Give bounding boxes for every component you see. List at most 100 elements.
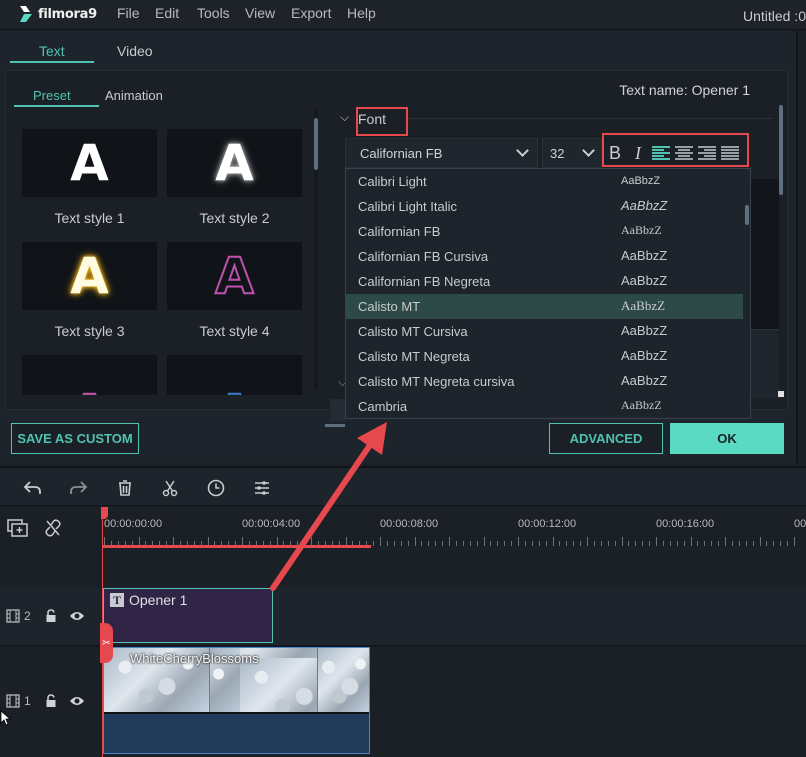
justify-button[interactable] bbox=[721, 141, 739, 165]
preset-label: Text style 4 bbox=[199, 323, 270, 339]
font-option[interactable]: Calibri Light Italic AaBbzZ bbox=[346, 194, 743, 219]
preset-text-style-3[interactable]: A bbox=[22, 242, 157, 310]
delete-icon[interactable] bbox=[115, 478, 135, 498]
settings-scrollbar-thumb[interactable] bbox=[779, 105, 783, 195]
ruler-tick bbox=[531, 541, 533, 546]
save-as-custom-button[interactable]: SAVE AS CUSTOM bbox=[11, 423, 139, 454]
font-size-select[interactable]: 32 bbox=[542, 138, 602, 168]
ruler-tick bbox=[621, 537, 623, 546]
ruler-tick bbox=[559, 541, 561, 546]
preset-label: Text style 2 bbox=[199, 210, 270, 226]
preset-text-style-5[interactable]: A bbox=[22, 355, 157, 395]
preset-glyph: A bbox=[215, 134, 254, 192]
playhead-handle[interactable] bbox=[101, 507, 108, 519]
preset-text-style-4[interactable]: A bbox=[167, 242, 302, 310]
dropdown-scrollbar-thumb[interactable] bbox=[745, 205, 749, 225]
font-section-chevron-icon[interactable]: ⌵ bbox=[340, 110, 349, 125]
advanced-button[interactable]: ADVANCED bbox=[549, 423, 663, 454]
menu-tools[interactable]: Tools bbox=[197, 5, 230, 21]
ok-button[interactable]: OK bbox=[670, 423, 784, 454]
lock-icon[interactable] bbox=[45, 694, 57, 708]
menu-help[interactable]: Help bbox=[347, 5, 376, 21]
adjust-icon[interactable] bbox=[252, 478, 272, 498]
ruler-tick bbox=[738, 541, 740, 546]
undo-icon[interactable] bbox=[23, 478, 43, 498]
cut-icon[interactable] bbox=[160, 478, 180, 498]
italic-button[interactable]: I bbox=[629, 141, 647, 165]
ruler-tick bbox=[462, 541, 464, 546]
subtab-preset-underline bbox=[14, 105, 99, 107]
ruler-tick bbox=[435, 541, 437, 546]
ruler-tick bbox=[607, 541, 609, 546]
speed-clock-icon[interactable] bbox=[206, 478, 226, 498]
subtab-preset[interactable]: Preset bbox=[33, 88, 71, 103]
ruler-label: 00:00:00:00 bbox=[104, 518, 163, 530]
font-option[interactable]: Calisto MT Negreta AaBbzZ bbox=[346, 344, 743, 369]
font-option[interactable]: Calibri Light AaBbzZ bbox=[346, 169, 743, 194]
ruler-tick bbox=[421, 541, 423, 546]
font-option-sample: AaBbzZ bbox=[621, 175, 661, 187]
ruler-tick bbox=[649, 541, 651, 546]
font-option[interactable]: Californian FB Cursiva AaBbzZ bbox=[346, 244, 743, 269]
track-2-controls: 2 bbox=[6, 609, 85, 623]
ruler-tick bbox=[752, 541, 754, 546]
tab-text[interactable]: Text bbox=[39, 43, 65, 59]
align-left-button[interactable] bbox=[652, 141, 670, 165]
font-option-name: Calibri Light Italic bbox=[358, 199, 457, 214]
title-clip-opener-1[interactable]: T Opener 1 bbox=[103, 588, 273, 643]
ruler-tick bbox=[711, 541, 713, 546]
ruler-tick bbox=[759, 537, 761, 546]
subtab-animation[interactable]: Animation bbox=[105, 88, 163, 103]
lock-icon[interactable] bbox=[45, 609, 57, 623]
resize-handle[interactable] bbox=[778, 391, 784, 397]
ruler-label: 00:00:16:00 bbox=[656, 518, 715, 530]
text-name-label: Text name: Opener 1 bbox=[619, 82, 750, 98]
menu-edit[interactable]: Edit bbox=[155, 5, 179, 21]
video-clip-white-cherry-blossoms[interactable]: WhiteCherryBlossoms bbox=[103, 647, 370, 754]
align-right-button[interactable] bbox=[698, 141, 716, 165]
preset-text-style-2[interactable]: A bbox=[167, 129, 302, 197]
track-1-controls: 1 bbox=[6, 694, 85, 708]
redo-icon[interactable] bbox=[68, 478, 88, 498]
bold-button[interactable]: B bbox=[606, 141, 624, 165]
menu-file[interactable]: File bbox=[117, 5, 140, 21]
preset-scrollbar-thumb[interactable] bbox=[314, 118, 318, 170]
font-family-select[interactable]: Californian FB bbox=[345, 138, 538, 168]
ruler-tick bbox=[449, 537, 450, 546]
eye-icon[interactable] bbox=[69, 610, 85, 622]
font-option[interactable]: Californian FB AaBbzZ bbox=[346, 219, 743, 244]
add-track-icon[interactable] bbox=[7, 518, 29, 538]
font-dropdown-list: Calibri Light AaBbzZ Calibri Light Itali… bbox=[345, 168, 751, 419]
font-option-selected[interactable]: Calisto MT AaBbzZ bbox=[346, 294, 743, 319]
font-option[interactable]: Calisto MT Cursiva AaBbzZ bbox=[346, 319, 743, 344]
font-option-sample: AaBbzZ bbox=[621, 248, 668, 263]
playhead-scissors-icon[interactable]: ✂ bbox=[100, 623, 113, 663]
menu-view[interactable]: View bbox=[245, 5, 275, 21]
font-option[interactable]: Californian FB Negreta AaBbzZ bbox=[346, 269, 743, 294]
font-option-name: Californian FB Cursiva bbox=[358, 249, 489, 264]
ruler-tick bbox=[704, 541, 706, 546]
preset-text-style-1[interactable]: A bbox=[22, 129, 157, 197]
track-number: 1 bbox=[24, 694, 31, 708]
preset-label: Text style 1 bbox=[54, 210, 125, 226]
ruler-tick bbox=[490, 541, 492, 546]
track-number: 2 bbox=[24, 609, 31, 623]
align-center-button[interactable] bbox=[675, 141, 693, 165]
eye-icon[interactable] bbox=[69, 695, 85, 707]
video-thumbnail bbox=[318, 648, 369, 712]
preset-text-style-6[interactable]: A bbox=[167, 355, 302, 395]
tab-video[interactable]: Video bbox=[117, 43, 153, 59]
ruler-tick bbox=[635, 541, 637, 546]
ruler-tick bbox=[731, 541, 733, 546]
filmora-logo-icon bbox=[20, 6, 32, 22]
ruler-tick bbox=[566, 541, 568, 546]
ruler-tick bbox=[511, 541, 513, 546]
unlink-icon[interactable] bbox=[44, 518, 62, 538]
section-divider bbox=[408, 118, 773, 119]
font-option[interactable]: Cambria AaBbzZ bbox=[346, 394, 743, 419]
font-option[interactable]: Calisto MT Negreta cursiva AaBbzZ bbox=[346, 369, 743, 394]
font-option-name: Californian FB Negreta bbox=[358, 274, 491, 289]
menu-export[interactable]: Export bbox=[291, 5, 331, 21]
ruler-tick bbox=[469, 541, 471, 546]
color-preview-area bbox=[751, 179, 779, 329]
